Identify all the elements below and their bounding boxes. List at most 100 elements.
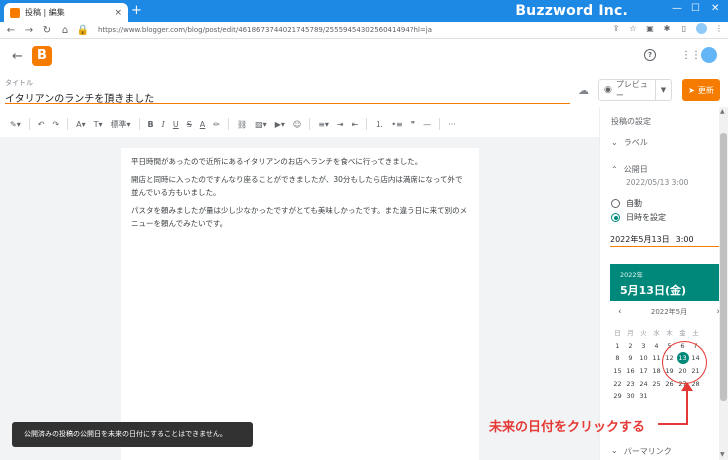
blogger-logo[interactable]: B [32,46,52,66]
radio-auto[interactable]: 自動 [611,198,642,209]
calendar-day[interactable]: 2 [624,340,637,353]
calendar-empty [663,390,676,403]
date-value[interactable]: 2022年5月13日 [610,234,670,245]
calendar-day[interactable]: 31 [637,390,650,403]
sidepanel-icon[interactable]: ▯ [679,24,689,34]
toolbar-divider [227,118,229,130]
paragraph: 平日時間があったので近所にあるイタリアンのお店へランチを食べに行ってきました。 [131,157,423,166]
url-field[interactable]: https://www.blogger.com/blog/post/edit/4… [98,26,432,34]
undo-icon[interactable]: ↶ [34,120,49,129]
profile-avatar[interactable] [696,23,707,34]
labels-section[interactable]: ⌄ ラベル [611,137,648,148]
tab-close-icon[interactable]: × [114,8,122,18]
browser-tab[interactable]: 投稿 | 編集 × [4,3,128,22]
window-close-button[interactable]: ✕ [711,3,719,14]
calendar-day[interactable]: 4 [650,340,663,353]
font-icon[interactable]: A▾ [72,120,90,129]
calendar-day[interactable]: 15 [611,365,624,378]
brand-watermark: Buzzword Inc. [515,3,628,19]
editor-page[interactable]: 平日時間があったので近所にあるイタリアンのお店へランチを食べに行ってきました。 … [121,148,479,460]
quote-button[interactable]: ❞ [407,120,419,129]
radio-set-datetime[interactable]: 日時を設定 [611,212,666,223]
publish-section[interactable]: ⌃ 公開日 [611,164,648,175]
radio-set-datetime-circle[interactable] [611,213,620,222]
update-label: 更新 [697,85,714,95]
back-arrow-icon[interactable]: ← [4,25,18,36]
calendar-day[interactable]: 24 [637,378,650,391]
paragraph-style-select[interactable]: 標準▾ [107,119,135,130]
redo-icon[interactable]: ↷ [48,120,63,129]
calendar-day[interactable]: 1 [611,340,624,353]
bold-button[interactable]: B [144,120,158,129]
link-icon[interactable]: ⛓ [233,120,251,129]
share-icon[interactable]: ⇪ [611,24,621,34]
clear-format-icon[interactable]: — [419,120,435,129]
radio-auto-label: 自動 [626,199,642,208]
reload-icon[interactable]: ↻ [40,25,54,36]
maximize-button[interactable]: ☐ [691,3,700,14]
toolbar-divider [67,118,69,130]
italic-button[interactable]: I [158,120,169,129]
chevron-down-icon[interactable]: ▼ [655,80,671,100]
toolbar-divider [366,118,368,130]
browser-menu-icon[interactable]: ⋮ [714,24,724,34]
calendar-day[interactable]: 29 [611,390,624,403]
more-button[interactable]: ··· [444,120,460,129]
indent-icon[interactable]: ⇥ [333,120,348,129]
calendar-weekday: 水 [653,329,660,337]
puzzle-icon[interactable]: ✱ [662,24,672,34]
calendar-day[interactable]: 8 [611,352,624,365]
font-size-icon[interactable]: T▾ [90,120,107,129]
calendar-month: 2022年5月 [650,308,688,316]
calendar-day[interactable]: 9 [624,352,637,365]
radio-auto-circle[interactable] [611,199,620,208]
new-tab-button[interactable]: + [131,4,142,18]
time-value[interactable]: 3:00 [676,235,694,244]
calendar-day[interactable]: 10 [637,352,650,365]
align-icon[interactable]: ≡▾ [314,120,333,129]
radio-set-datetime-label: 日時を設定 [626,213,666,222]
strikethrough-button[interactable]: S [183,120,196,129]
scroll-down-arrow-icon[interactable]: ▼ [720,451,725,458]
bulleted-list-icon[interactable]: •≡ [387,120,406,129]
video-icon[interactable]: ▶▾ [271,120,289,129]
image-icon[interactable]: ▨▾ [251,120,271,129]
apps-grid-icon[interactable]: ⋮⋮ [681,50,701,61]
title-input[interactable]: イタリアンのランチを頂きました [5,90,570,105]
calendar-weekday: 金 [679,329,686,337]
account-avatar[interactable] [701,47,717,63]
emoji-icon[interactable]: ☺ [289,120,305,129]
underline-button[interactable]: U [169,120,183,129]
help-icon[interactable]: ? [644,49,656,61]
datetime-field[interactable]: 2022年5月13日 3:00 [610,232,728,247]
permalink-section[interactable]: ⌄ パーマリンク [611,446,672,457]
cloud-saved-icon: ☁ [578,84,589,97]
preview-button[interactable]: ◉ プレビュー ▼ [598,79,672,101]
extension-icon[interactable]: ▣ [645,24,655,34]
eye-icon: ◉ [604,85,612,95]
text-color-button[interactable]: A [196,120,209,129]
bookmark-star-icon[interactable]: ☆ [628,24,638,34]
prev-month-icon[interactable]: ‹ [618,307,622,317]
home-icon[interactable]: ⌂ [58,25,72,36]
update-button[interactable]: ➤ 更新 [682,79,720,101]
calendar-day[interactable]: 18 [650,365,663,378]
calendar-day[interactable]: 25 [650,378,663,391]
calendar-year[interactable]: 2022年 [620,269,728,279]
calendar-day[interactable]: 16 [624,365,637,378]
calendar-day[interactable]: 22 [611,378,624,391]
minimize-button[interactable]: — [672,3,682,14]
forward-arrow-icon[interactable]: → [22,25,36,36]
panel-scroll-thumb[interactable] [720,133,727,401]
calendar-day[interactable]: 23 [624,378,637,391]
calendar-day[interactable]: 30 [624,390,637,403]
calendar-day[interactable]: 3 [637,340,650,353]
back-icon[interactable]: ← [12,49,23,64]
pencil-icon[interactable]: ✎▾ [6,120,25,129]
highlight-icon[interactable]: ✏ [209,120,224,129]
calendar-day[interactable]: 17 [637,365,650,378]
outdent-icon[interactable]: ⇤ [348,120,363,129]
scroll-up-arrow-icon[interactable]: ▲ [720,108,725,115]
error-toast: 公開済みの投稿の公開日を未来の日付にすることはできません。 [12,422,253,447]
numbered-list-icon[interactable]: ⒈ [371,119,387,130]
